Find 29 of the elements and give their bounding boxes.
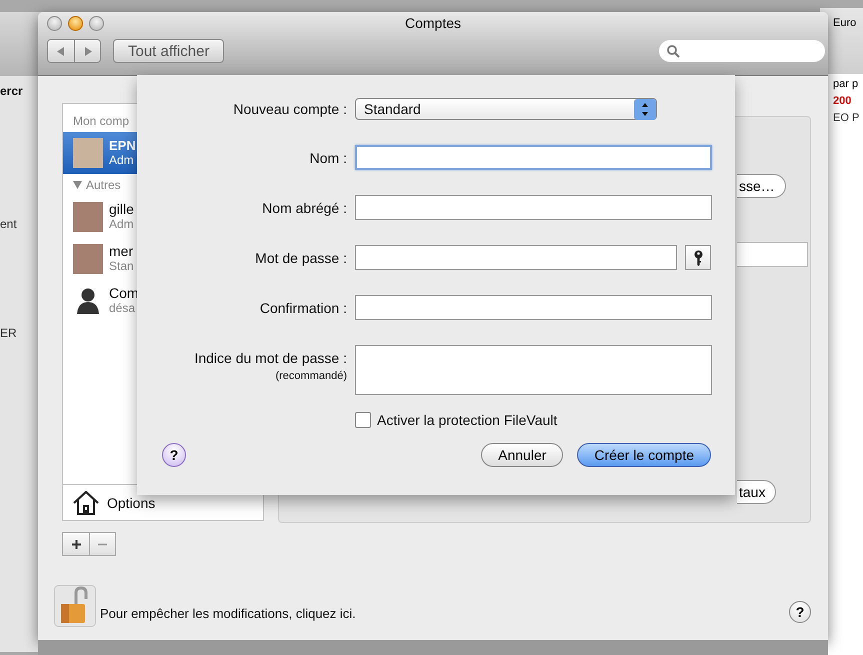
background-text: EO P [833,112,860,124]
options-label: Options [107,494,156,510]
lock-message: Pour empêcher les modifications, cliquez ici. [100,606,356,620]
background-text: par p [833,78,858,90]
account-name: mer [109,244,134,259]
section-heading: Mon comp [73,114,130,128]
field-label: Nom : [310,150,347,166]
account-name: Com [109,286,139,301]
account-type: Stan [109,259,134,274]
field-label: Confirmation : [260,300,347,316]
account-name: gille [109,202,134,217]
background-text: ent [0,217,17,231]
dropdown-value: Standard [364,101,421,117]
field-note: (recommandé) [275,370,347,382]
field-label: Mot de passe : [255,250,347,266]
field-label: Nouveau compte : [232,101,347,117]
checkbox-label: Activer la protection FileVault [377,412,558,428]
background-text: ER [0,326,17,340]
account-type: désa [109,301,136,316]
account-type: Adm [109,153,135,168]
account-name: EPN [109,138,136,153]
background-text: Euro [833,17,856,29]
field-label: Indice du mot de passe : [194,350,347,366]
background-text: 200 [833,95,852,107]
field-label: Nom abrégé : [262,200,347,216]
section-heading: Autres [86,178,121,192]
window-title: Comptes [404,15,462,31]
background-text: ercr [0,84,23,98]
account-type: Adm [109,217,134,232]
